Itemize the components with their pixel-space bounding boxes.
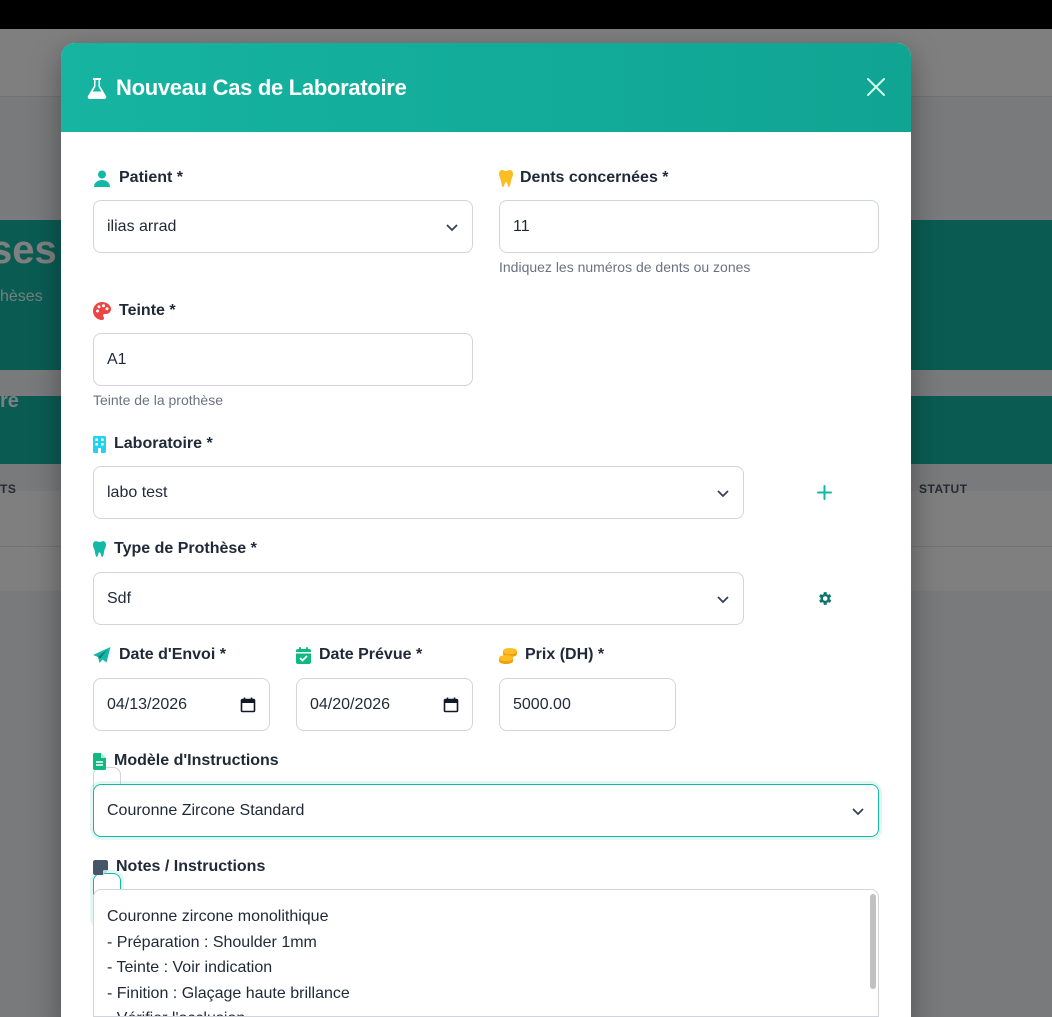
new-lab-case-modal: Nouveau Cas de Laboratoire Patient * ili… [61,43,911,1017]
patient-select[interactable]: ilias arrad [93,200,473,253]
plus-icon[interactable] [812,480,836,504]
tooth-icon [499,169,513,187]
dents-help-text: Indiquez les numéros de dents ou zones [499,259,751,275]
date-prevue-label: Date Prévue * [296,646,422,664]
user-icon [93,169,111,187]
prix-label: Prix (DH) * [499,646,604,664]
calendar-icon[interactable] [240,697,256,713]
coins-icon [499,646,517,664]
building-icon [93,435,106,453]
notes-line: Couronne zircone monolithique [107,908,329,925]
notes-line: - Vérifier l'occlusion [107,1006,865,1016]
type-prothese-label: Type de Prothèse * [93,540,257,558]
chevron-down-icon [717,489,729,497]
textarea-scrollbar[interactable] [870,894,876,989]
palette-icon [93,302,111,320]
calendar-check-icon [296,646,311,664]
dents-label: Dents concernées * [499,169,669,187]
chevron-down-icon [852,807,864,815]
notes-line: - Préparation : Shoulder 1mm [107,933,317,951]
modele-select[interactable]: Couronne Zircone Standard [93,784,879,837]
type-prothese-select[interactable]: Sdf [93,572,744,625]
paper-plane-icon [93,646,111,664]
laboratoire-label: Laboratoire * [93,435,213,453]
modal-title: Nouveau Cas de Laboratoire [116,74,407,100]
screen-top-bar [0,0,1052,29]
chevron-down-icon [717,595,729,603]
tooth-icon [93,540,106,558]
date-prevue-input[interactable]: 04/20/2026 [296,678,473,731]
teinte-help-text: Teinte de la prothèse [93,392,223,408]
notes-label: Notes / Instructions [93,858,265,876]
modele-label: Modèle d'Instructions [93,752,279,770]
laboratoire-select[interactable]: labo test [93,466,744,519]
gear-icon[interactable] [812,586,836,610]
notes-line: - Finition : Glaçage haute brillance [107,984,350,1002]
date-envoi-input[interactable]: 04/13/2026 [93,678,270,731]
close-icon[interactable] [865,76,887,98]
file-icon [93,752,106,770]
dents-input[interactable]: 11 [499,200,879,253]
prix-input[interactable]: 5000.00 [499,678,676,731]
teinte-input[interactable]: A1 [93,333,473,386]
notes-line: - Teinte : Voir indication [107,959,273,976]
flask-icon [86,76,108,100]
notes-textarea[interactable]: Couronne zircone monolithique - Préparat… [93,889,879,1017]
modal-header: Nouveau Cas de Laboratoire [61,43,911,132]
date-envoi-label: Date d'Envoi * [93,646,226,664]
calendar-icon[interactable] [443,697,459,713]
patient-label: Patient * [93,169,183,187]
sticky-note-icon [93,858,108,876]
teinte-label: Teinte * [93,302,176,320]
chevron-down-icon [446,223,458,231]
